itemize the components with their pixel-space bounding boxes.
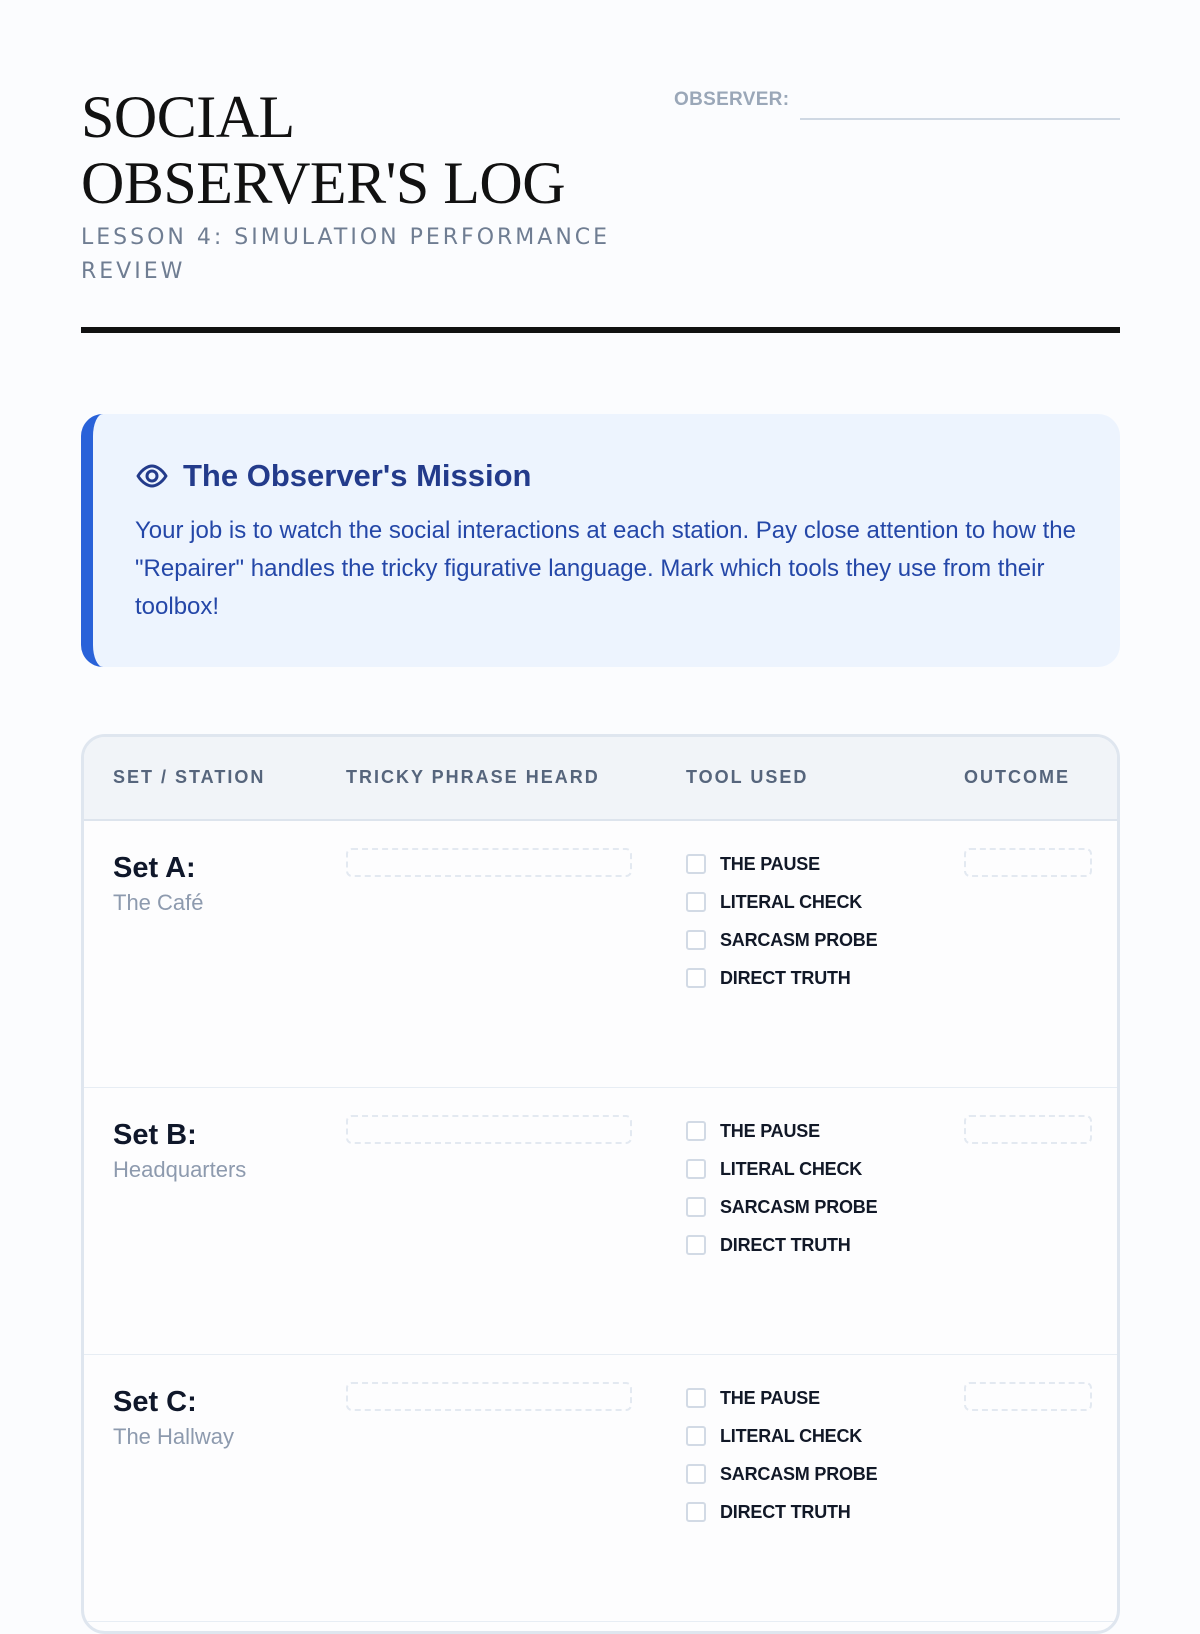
tricky-phrase-input[interactable] [346,848,632,877]
tricky-phrase-input[interactable] [346,1115,632,1144]
tool-option[interactable]: THE PAUSE [686,1112,936,1150]
header-divider [81,327,1120,333]
observer-input-line[interactable] [800,118,1120,120]
station-name: The Café [113,890,204,915]
tool-option[interactable]: SARCASM PROBE [686,1188,936,1226]
header-outcome: OUTCOME [964,767,1070,787]
tool-label: THE PAUSE [720,1387,820,1408]
tool-label: LITERAL CHECK [720,891,863,912]
tool-option[interactable]: THE PAUSE [686,1379,936,1417]
table-header: SET / STATION TRICKY PHRASE HEARD TOOL U… [84,737,1117,821]
title-block: SOCIAL OBSERVER'S LOG LESSON 4: SIMULATI… [81,84,641,289]
tool-label: DIRECT TRUTH [720,1501,851,1522]
tool-label: LITERAL CHECK [720,1425,863,1446]
tool-checklist: THE PAUSE LITERAL CHECK SARCASM PROBE DI… [686,1112,936,1264]
tool-label: THE PAUSE [720,853,820,874]
header-tricky-phrase: TRICKY PHRASE HEARD [346,767,600,787]
tool-option[interactable]: THE PAUSE [686,845,936,883]
table-row: Set A: The Café THE PAUSE LITERAL CHECK … [84,821,1117,1088]
log-header: SOCIAL OBSERVER'S LOG LESSON 4: SIMULATI… [81,84,1120,334]
tool-option[interactable]: DIRECT TRUTH [686,1493,936,1531]
lesson-subtitle: LESSON 4: SIMULATION PERFORMANCE REVIEW [81,225,611,284]
tool-label: SARCASM PROBE [720,1463,878,1484]
tool-option[interactable]: LITERAL CHECK [686,1417,936,1455]
checkbox[interactable] [686,1426,706,1446]
tool-checklist: THE PAUSE LITERAL CHECK SARCASM PROBE DI… [686,845,936,997]
checkbox[interactable] [686,1235,706,1255]
observer-field[interactable]: OBSERVER: [674,84,1120,124]
tool-option[interactable]: DIRECT TRUTH [686,1226,936,1264]
checkbox[interactable] [686,1159,706,1179]
observer-mission-callout: The Observer's Mission Your job is to wa… [81,414,1120,667]
mission-title-row: The Observer's Mission [135,458,532,494]
outcome-input[interactable] [964,848,1092,877]
tool-label: SARCASM PROBE [720,929,878,950]
checkbox[interactable] [686,1121,706,1141]
tricky-phrase-input[interactable] [346,1382,632,1411]
header-tool-used: TOOL USED [686,767,809,787]
checkbox[interactable] [686,854,706,874]
checkbox[interactable] [686,930,706,950]
header-set-station: SET / STATION [113,767,266,787]
outcome-input[interactable] [964,1382,1092,1411]
mission-title: The Observer's Mission [183,458,532,493]
tool-option[interactable]: DIRECT TRUTH [686,959,936,997]
set-name: Set A: [113,852,196,884]
eye-icon [135,459,169,493]
tool-label: SARCASM PROBE [720,1196,878,1217]
tool-label: LITERAL CHECK [720,1158,863,1179]
checkbox[interactable] [686,1197,706,1217]
checkbox[interactable] [686,1388,706,1408]
checkbox[interactable] [686,892,706,912]
tool-option[interactable]: SARCASM PROBE [686,921,936,959]
observation-table: SET / STATION TRICKY PHRASE HEARD TOOL U… [81,734,1120,1634]
station-name: Headquarters [113,1157,247,1182]
checkbox[interactable] [686,968,706,988]
set-name: Set B: [113,1119,197,1151]
tool-checklist: THE PAUSE LITERAL CHECK SARCASM PROBE DI… [686,1379,936,1531]
outcome-input[interactable] [964,1115,1092,1144]
tool-label: THE PAUSE [720,1120,820,1141]
tool-label: DIRECT TRUTH [720,967,851,988]
page-title: SOCIAL OBSERVER'S LOG [81,84,566,216]
table-row: Set B: Headquarters THE PAUSE LITERAL CH… [84,1088,1117,1355]
checkbox[interactable] [686,1502,706,1522]
tool-option[interactable]: SARCASM PROBE [686,1455,936,1493]
set-name: Set C: [113,1386,197,1418]
table-row: Set C: The Hallway THE PAUSE LITERAL CHE… [84,1355,1117,1622]
tool-option[interactable]: LITERAL CHECK [686,883,936,921]
tool-option[interactable]: LITERAL CHECK [686,1150,936,1188]
mission-description: Your job is to watch the social interact… [135,517,1077,620]
tool-label: DIRECT TRUTH [720,1234,851,1255]
station-name: The Hallway [113,1424,235,1449]
observer-label: OBSERVER: [674,89,790,110]
checkbox[interactable] [686,1464,706,1484]
